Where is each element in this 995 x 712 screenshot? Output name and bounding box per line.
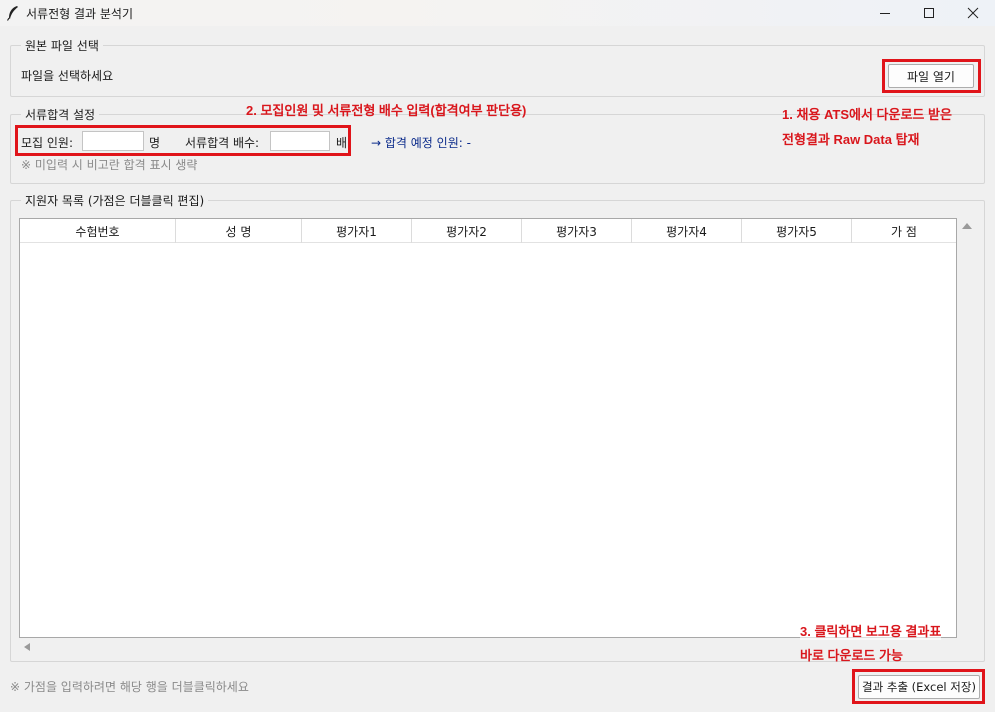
window-title: 서류전형 결과 분석기 — [26, 7, 133, 21]
annotation-step1-line1: 1. 채용 ATS에서 다운로드 받은 — [782, 107, 952, 122]
column-header-name[interactable]: 성 명 — [176, 219, 302, 243]
minimize-button[interactable] — [862, 0, 908, 26]
column-header-bonus[interactable]: 가 점 — [852, 219, 956, 243]
column-header-evaluator2[interactable]: 평가자2 — [412, 219, 522, 243]
column-header-evaluator4[interactable]: 평가자4 — [632, 219, 742, 243]
pass-settings-legend: 서류합격 설정 — [21, 106, 100, 123]
annotation-step1-line2: 전형결과 Raw Data 탑재 — [782, 132, 920, 147]
feather-icon — [6, 5, 20, 21]
applicant-table-header: 수험번호 성 명 평가자1 평가자2 평가자3 평가자4 평가자5 가 점 — [20, 219, 956, 243]
maximize-icon — [924, 8, 934, 18]
column-header-exam-number[interactable]: 수험번호 — [20, 219, 176, 243]
footer-hint: ※ 가점을 입력하려면 해당 행을 더블클릭하세요 — [10, 680, 249, 694]
annotation-step3-line1: 3. 클릭하면 보고용 결과표 — [800, 621, 942, 640]
file-section-legend: 원본 파일 선택 — [21, 37, 103, 54]
column-header-evaluator5[interactable]: 평가자5 — [742, 219, 852, 243]
annotation-step3-line2: 바로 다운로드 가능 — [800, 648, 903, 663]
file-status-label: 파일을 선택하세요 — [21, 69, 114, 83]
pass-settings-note: ※ 미입력 시 비고란 합격 표시 생략 — [21, 158, 198, 172]
file-section: 원본 파일 선택 — [10, 37, 985, 97]
annotation-box-pass-inputs — [15, 125, 351, 156]
applicant-table[interactable]: 수험번호 성 명 평가자1 평가자2 평가자3 평가자4 평가자5 가 점 — [19, 218, 957, 638]
close-button[interactable] — [950, 0, 995, 26]
expected-pass-label: → 합격 예정 인원: - — [371, 136, 471, 150]
title-bar: 서류전형 결과 분석기 — [0, 0, 995, 26]
minimize-icon — [880, 13, 890, 14]
annotation-box-open-file — [882, 59, 981, 93]
applicant-list-legend: 지원자 목록 (가점은 더블클릭 편집) — [21, 192, 209, 209]
close-icon — [967, 7, 979, 19]
annotation-box-export — [852, 669, 985, 704]
scroll-left-arrow-icon[interactable] — [22, 641, 32, 653]
scroll-up-arrow-icon[interactable] — [961, 220, 973, 232]
annotation-step2: 2. 모집인원 및 서류전형 배수 입력(합격여부 판단용) — [246, 103, 527, 118]
maximize-button[interactable] — [906, 0, 952, 26]
column-header-evaluator1[interactable]: 평가자1 — [302, 219, 412, 243]
column-header-evaluator3[interactable]: 평가자3 — [522, 219, 632, 243]
